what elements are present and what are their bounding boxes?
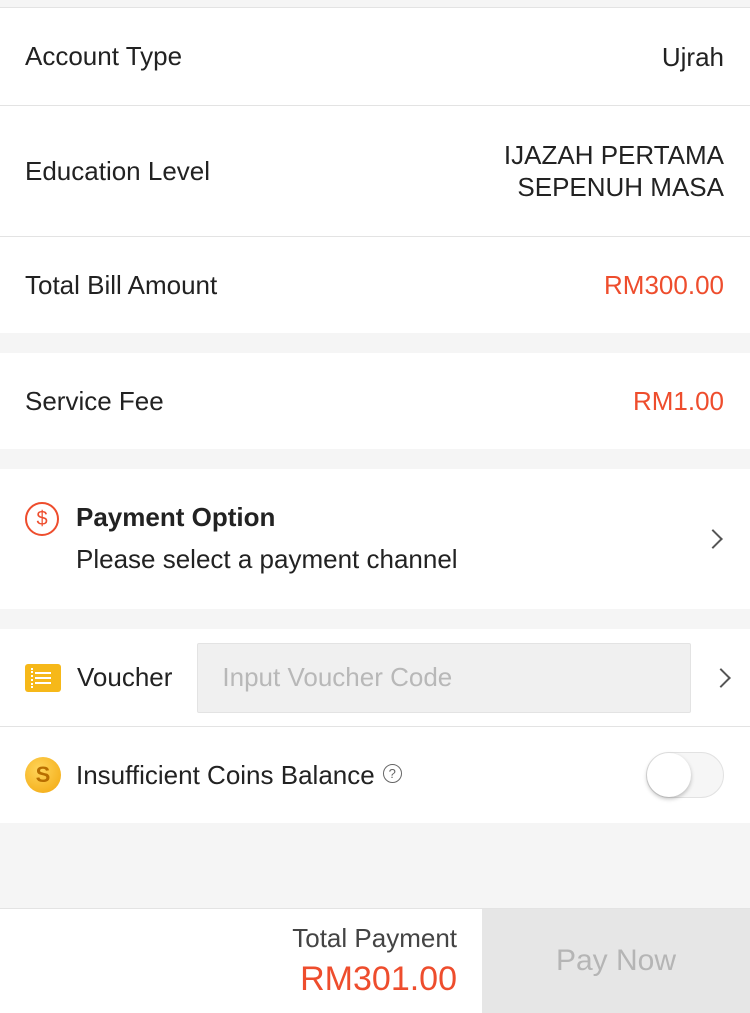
total-payment-value: RM301.00 xyxy=(300,960,457,998)
section-gap xyxy=(0,333,750,353)
voucher-code-input[interactable] xyxy=(197,642,692,713)
payment-option-title: Payment Option xyxy=(76,502,276,532)
account-type-label: Account Type xyxy=(25,41,183,71)
pay-now-button[interactable]: Pay Now xyxy=(482,909,750,1013)
service-fee-row: Service Fee RM1.00 xyxy=(0,353,750,449)
checkout-bar: Total Payment RM301.00 Pay Now xyxy=(0,908,750,1013)
education-level-value-line2: SEPENUH MASA xyxy=(517,172,724,202)
voucher-label-group: Voucher xyxy=(25,662,172,693)
total-bill-row: Total Bill Amount RM300.00 xyxy=(0,237,750,333)
top-divider xyxy=(0,0,750,8)
total-bill-label: Total Bill Amount xyxy=(25,269,218,300)
voucher-row: Voucher xyxy=(0,629,750,726)
education-level-value-line1: IJAZAH PERTAMA xyxy=(503,140,724,170)
service-fee-value: RM1.00 xyxy=(632,386,724,416)
total-payment-block: Total Payment RM301.00 xyxy=(0,909,482,1013)
coins-row: S Insufficient Coins Balance ? xyxy=(0,727,750,823)
coins-toggle[interactable] xyxy=(646,752,724,798)
coins-label-group: S Insufficient Coins Balance ? xyxy=(25,757,402,793)
account-type-value: Ujrah xyxy=(661,41,724,72)
education-level-label: Education Level xyxy=(25,155,211,186)
voucher-ticket-icon xyxy=(25,663,61,692)
payment-option-content: $ Payment Option Please select a payment… xyxy=(25,501,458,575)
section-gap xyxy=(0,609,750,629)
payment-option-subtitle: Please select a payment channel xyxy=(76,544,458,574)
payment-option-text: Payment Option Please select a payment c… xyxy=(76,501,458,575)
total-bill-value: RM300.00 xyxy=(604,270,724,300)
payment-option-row[interactable]: $ Payment Option Please select a payment… xyxy=(0,469,750,609)
voucher-label: Voucher xyxy=(77,662,173,692)
dollar-circle-icon: $ xyxy=(25,502,59,536)
toggle-knob xyxy=(647,753,691,797)
service-fee-label: Service Fee xyxy=(25,385,164,416)
education-level-row: Education Level IJAZAH PERTAMA SEPENUH M… xyxy=(0,106,750,236)
education-level-value: IJAZAH PERTAMA SEPENUH MASA xyxy=(504,139,724,203)
coin-icon: S xyxy=(25,757,61,793)
voucher-input-wrap xyxy=(172,642,704,713)
help-icon[interactable]: ? xyxy=(382,763,402,783)
chevron-right-icon[interactable] xyxy=(703,529,723,549)
coins-label: Insufficient Coins Balance xyxy=(76,759,375,790)
voucher-chevron-right-icon[interactable] xyxy=(711,667,731,688)
total-payment-label: Total Payment xyxy=(292,923,457,953)
section-gap xyxy=(0,449,750,469)
account-type-row: Account Type Ujrah xyxy=(0,8,750,105)
